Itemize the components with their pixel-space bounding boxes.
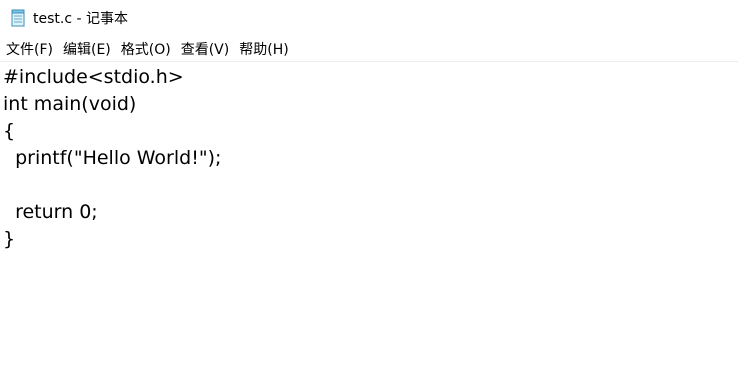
- editor-line: #include<stdio.h>: [3, 66, 184, 88]
- editor-line: printf("Hello World!");: [3, 147, 222, 169]
- window-title: test.c - 记事本: [33, 11, 128, 27]
- editor-line: return 0;: [3, 201, 98, 223]
- notepad-window: test.c - 记事本 文件(F) 编辑(E) 格式(O) 查看(V) 帮助(…: [0, 0, 738, 366]
- menu-edit[interactable]: 编辑(E): [58, 36, 116, 62]
- title-bar[interactable]: test.c - 记事本: [0, 0, 738, 36]
- menu-bar: 文件(F) 编辑(E) 格式(O) 查看(V) 帮助(H): [0, 36, 738, 62]
- editor-line: int main(void): [3, 93, 137, 115]
- text-editor-area[interactable]: #include<stdio.h> int main(void) { print…: [0, 62, 738, 366]
- menu-format[interactable]: 格式(O): [116, 36, 176, 62]
- menu-help[interactable]: 帮助(H): [234, 36, 293, 62]
- menu-view[interactable]: 查看(V): [176, 36, 235, 62]
- editor-line: }: [3, 228, 16, 250]
- editor-line: {: [3, 120, 16, 142]
- menu-file[interactable]: 文件(F): [1, 36, 58, 62]
- notepad-icon: [9, 9, 27, 27]
